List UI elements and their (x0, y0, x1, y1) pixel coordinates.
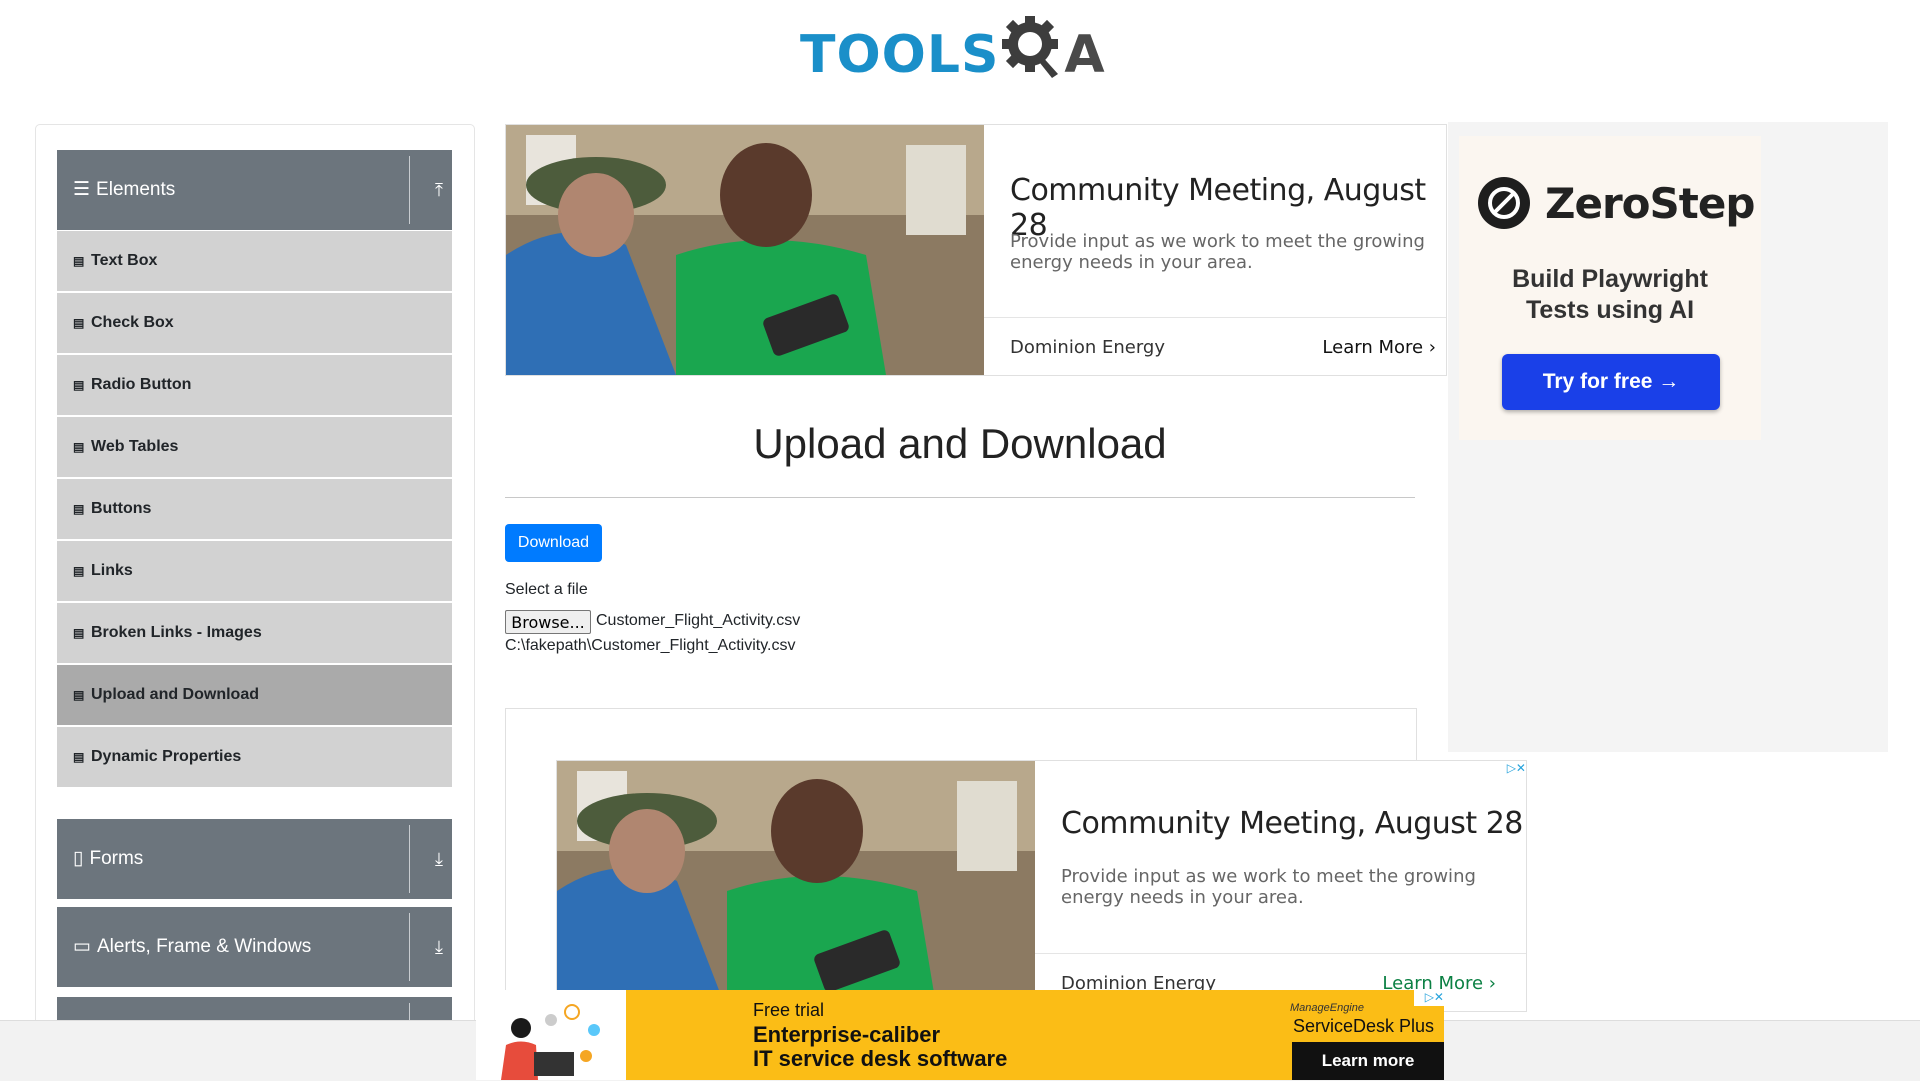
expand-arrow-icon[interactable]: ⤓ (435, 849, 443, 870)
logo-qa-text: A (1064, 25, 1105, 85)
menu-item-label: Check Box (91, 314, 174, 331)
banner-kicker: Free trial (753, 1000, 825, 1020)
list-icon: ▤ (73, 502, 85, 516)
list-icon: ▤ (73, 688, 85, 702)
page-title: Upload and Download (753, 420, 1167, 467)
list-icon: ▤ (73, 316, 85, 330)
selected-file-name: Customer_Flight_Activity.csv (596, 612, 801, 629)
menu-item-links[interactable]: ▤ Links (57, 541, 452, 603)
menu-item-label: Dynamic Properties (91, 748, 242, 765)
ad-advertiser: Dominion Energy (1010, 337, 1165, 358)
zerostep-brand: ZeroStep (1545, 178, 1755, 228)
list-icon: ▤ (73, 750, 85, 764)
menu-item-label: Buttons (91, 500, 152, 517)
zerostep-tagline-2: Tests using AI (1525, 296, 1695, 324)
logo-tools-text: TOOLS (800, 25, 1000, 85)
mid-ad[interactable]: Community Meeting, August 28 Provide inp… (556, 760, 1527, 1012)
group-elements[interactable]: ☰ Elements ⤒ (57, 150, 452, 230)
browse-button[interactable]: Browse... (505, 610, 591, 634)
group-separator (409, 913, 410, 981)
list-icon: ▤ (73, 564, 85, 578)
document-icon: ▯ (73, 848, 84, 869)
toolsqa-logo[interactable]: TOOLS A (800, 14, 1125, 94)
menu-item-broken-links[interactable]: ▤ Broken Links - Images (57, 603, 452, 665)
ad-body: Provide input as we work to meet the gro… (1010, 231, 1425, 273)
banner-brand-small: ManageEngine (1289, 1002, 1364, 1014)
title-divider (505, 497, 1415, 498)
bottom-banner-ad[interactable]: Free trial Enterprise-caliber IT service… (476, 990, 1444, 1080)
list-icon: ▤ (73, 440, 85, 454)
group-forms[interactable]: ▯ Forms ⤓ (57, 819, 452, 899)
ad-illustration (476, 990, 626, 1080)
zerostep-tagline-1: Build Playwright (1512, 265, 1708, 293)
ad-photo (506, 125, 984, 375)
select-file-label: Select a file (505, 581, 588, 598)
expand-arrow-icon[interactable]: ⤓ (435, 937, 443, 958)
menu-item-upload-download[interactable]: ▤ Upload and Download (57, 665, 452, 727)
group-separator (409, 156, 410, 224)
menu-item-label: Radio Button (91, 376, 192, 393)
menu-item-text-box[interactable]: ▤ Text Box (57, 231, 452, 293)
list-icon: ▤ (73, 626, 85, 640)
menu-item-label: Upload and Download (91, 686, 259, 703)
zerostep-ad-card[interactable]: ZeroStep Build Playwright Tests using AI… (1459, 136, 1761, 440)
list-icon: ▤ (73, 378, 85, 392)
group-forms-label: Forms (89, 847, 144, 869)
ad-divider (984, 317, 1446, 318)
menu-item-check-box[interactable]: ▤ Check Box (57, 293, 452, 355)
ad-headline: Community Meeting, August 28 (1061, 806, 1523, 841)
group-separator (409, 825, 410, 893)
uploaded-file-path: C:\fakepath\Customer_Flight_Activity.csv (505, 637, 796, 654)
menu-item-label: Text Box (91, 252, 158, 269)
window-icon: ▭ (73, 936, 91, 957)
ad-learn-more-link[interactable]: Learn More › (1322, 337, 1436, 358)
gear-search-icon (1001, 16, 1058, 78)
menu-item-radio-button[interactable]: ▤ Radio Button (57, 355, 452, 417)
left-panel: ☰ Elements ⤒ ▤ Text Box ▤ Check Box ▤ Radio… (35, 124, 475, 1046)
ad-body: Provide input as we work to meet the gro… (1061, 866, 1476, 908)
ad-close-icon[interactable]: ▷✕ (1414, 990, 1444, 1006)
menu-item-label: Links (91, 562, 133, 579)
group-elements-label: Elements (96, 178, 176, 200)
menu-item-label: Broken Links - Images (91, 624, 262, 641)
banner-headline-2: IT service desk software (753, 1046, 1008, 1071)
ad-divider (1035, 953, 1526, 954)
banner-headline-1: Enterprise-caliber (753, 1022, 941, 1047)
banner-learn-more-button[interactable]: Learn more (1292, 1042, 1444, 1080)
menu-item-buttons[interactable]: ▤ Buttons (57, 479, 452, 541)
collapse-arrow-icon[interactable]: ⤒ (435, 180, 443, 201)
elements-menu-list: ▤ Text Box ▤ Check Box ▤ Radio Button ▤ Web … (57, 231, 452, 789)
try-for-free-button[interactable]: Try for free → (1502, 354, 1720, 410)
list-icon: ▤ (73, 254, 85, 268)
group-alerts[interactable]: ▭ Alerts, Frame & Windows ⤓ (57, 907, 452, 987)
banner-brand: ServiceDesk Plus (1292, 1016, 1434, 1036)
zerostep-logo-icon (1478, 177, 1530, 229)
top-ad[interactable]: Community Meeting, August 28 Provide inp… (505, 124, 1447, 376)
download-button[interactable]: Download (505, 524, 602, 562)
group-alerts-label: Alerts, Frame & Windows (96, 935, 312, 957)
menu-item-label: Web Tables (91, 438, 179, 455)
ad-photo (557, 761, 1035, 1011)
menu-item-web-tables[interactable]: ▤ Web Tables (57, 417, 452, 479)
hamburger-icon: ☰ (73, 179, 91, 200)
ad-close-icon[interactable]: ▷✕ (1494, 761, 1526, 777)
menu-item-dynamic-properties[interactable]: ▤ Dynamic Properties (57, 727, 452, 789)
